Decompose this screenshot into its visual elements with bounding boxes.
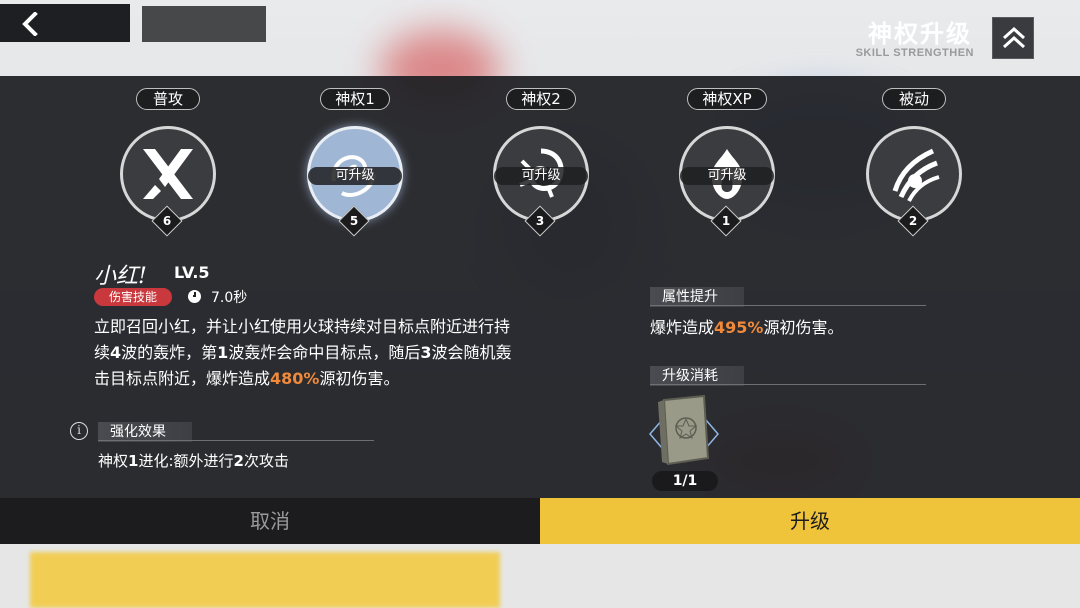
- desc-line-3: 击目标点附近，爆炸造成480%源初伤害。: [94, 369, 400, 388]
- top-bar: 神权升级 SKILL STRENGTHEN: [0, 0, 1080, 74]
- cooldown-value: 7.0秒: [211, 290, 248, 306]
- enhance-text: 神权1进化:额外进行2次攻击: [98, 452, 289, 470]
- info-icon[interactable]: i: [70, 422, 88, 440]
- damage-percent: 480%: [270, 369, 320, 388]
- cooldown: 7.0秒: [188, 287, 247, 307]
- double-chevron-up-icon: [1002, 26, 1026, 49]
- skill-tag: 神权XP: [687, 88, 767, 110]
- enhance-heading: 强化效果: [98, 422, 192, 442]
- skill-tag: 神权1: [320, 88, 390, 110]
- skill-slot-normal-attack[interactable]: 普攻 6: [98, 88, 238, 237]
- skill-slot-divine-1[interactable]: 神权1 可升级 5: [285, 88, 425, 237]
- skill-description: 立即召回小红，并让小红使用火球持续对目标点附近进行持 续4波的轰炸，第1波轰炸会…: [94, 314, 564, 392]
- skill-tag: 神权2: [506, 88, 576, 110]
- back-button[interactable]: [0, 4, 130, 42]
- cost-heading: 升级消耗: [650, 366, 744, 386]
- skill-tag: 被动: [882, 88, 946, 110]
- desc-line-2: 续4波的轰炸，第1波轰炸会命中目标点，随后3波会随机轰: [94, 343, 512, 362]
- background-bottom-bar: [0, 544, 1080, 608]
- upgradable-label: 可升级: [680, 167, 774, 185]
- upgradable-label: 可升级: [494, 167, 588, 185]
- upgradable-label: 可升级: [308, 167, 402, 185]
- attribute-heading: 属性提升: [650, 287, 744, 307]
- skill-slot-divine-2[interactable]: 神权2 可升级 3: [471, 88, 611, 237]
- item-count: 1/1: [652, 471, 718, 491]
- page-subtitle: SKILL STRENGTHEN: [855, 47, 974, 59]
- book-icon: [649, 394, 719, 466]
- attribute-text: 爆炸造成495%源初伤害。: [650, 318, 844, 337]
- upgrade-item[interactable]: [649, 392, 719, 474]
- skill-level: LV.5: [174, 263, 210, 282]
- divider: [650, 384, 926, 385]
- collapse-button[interactable]: [992, 17, 1034, 59]
- back-arrow-icon: [22, 12, 38, 36]
- top-tab[interactable]: [142, 6, 266, 42]
- desc-line-1: 立即召回小红，并让小红使用火球持续对目标点附近进行持: [94, 317, 511, 336]
- page-title: 神权升级: [868, 20, 972, 48]
- cancel-button[interactable]: 取消: [0, 498, 540, 544]
- upgrade-button[interactable]: 升级: [540, 498, 1080, 544]
- skill-tag: 普攻: [136, 88, 200, 110]
- skill-slot-divine-xp[interactable]: 神权XP 可升级 1: [657, 88, 797, 237]
- divider: [98, 440, 374, 441]
- skill-type-badge: 伤害技能: [94, 288, 172, 306]
- skill-name: 小红!: [94, 264, 147, 289]
- attribute-percent: 495%: [714, 318, 764, 337]
- clock-icon: [188, 290, 201, 303]
- skill-slot-passive[interactable]: 被动 2: [844, 88, 984, 237]
- divider: [650, 305, 926, 306]
